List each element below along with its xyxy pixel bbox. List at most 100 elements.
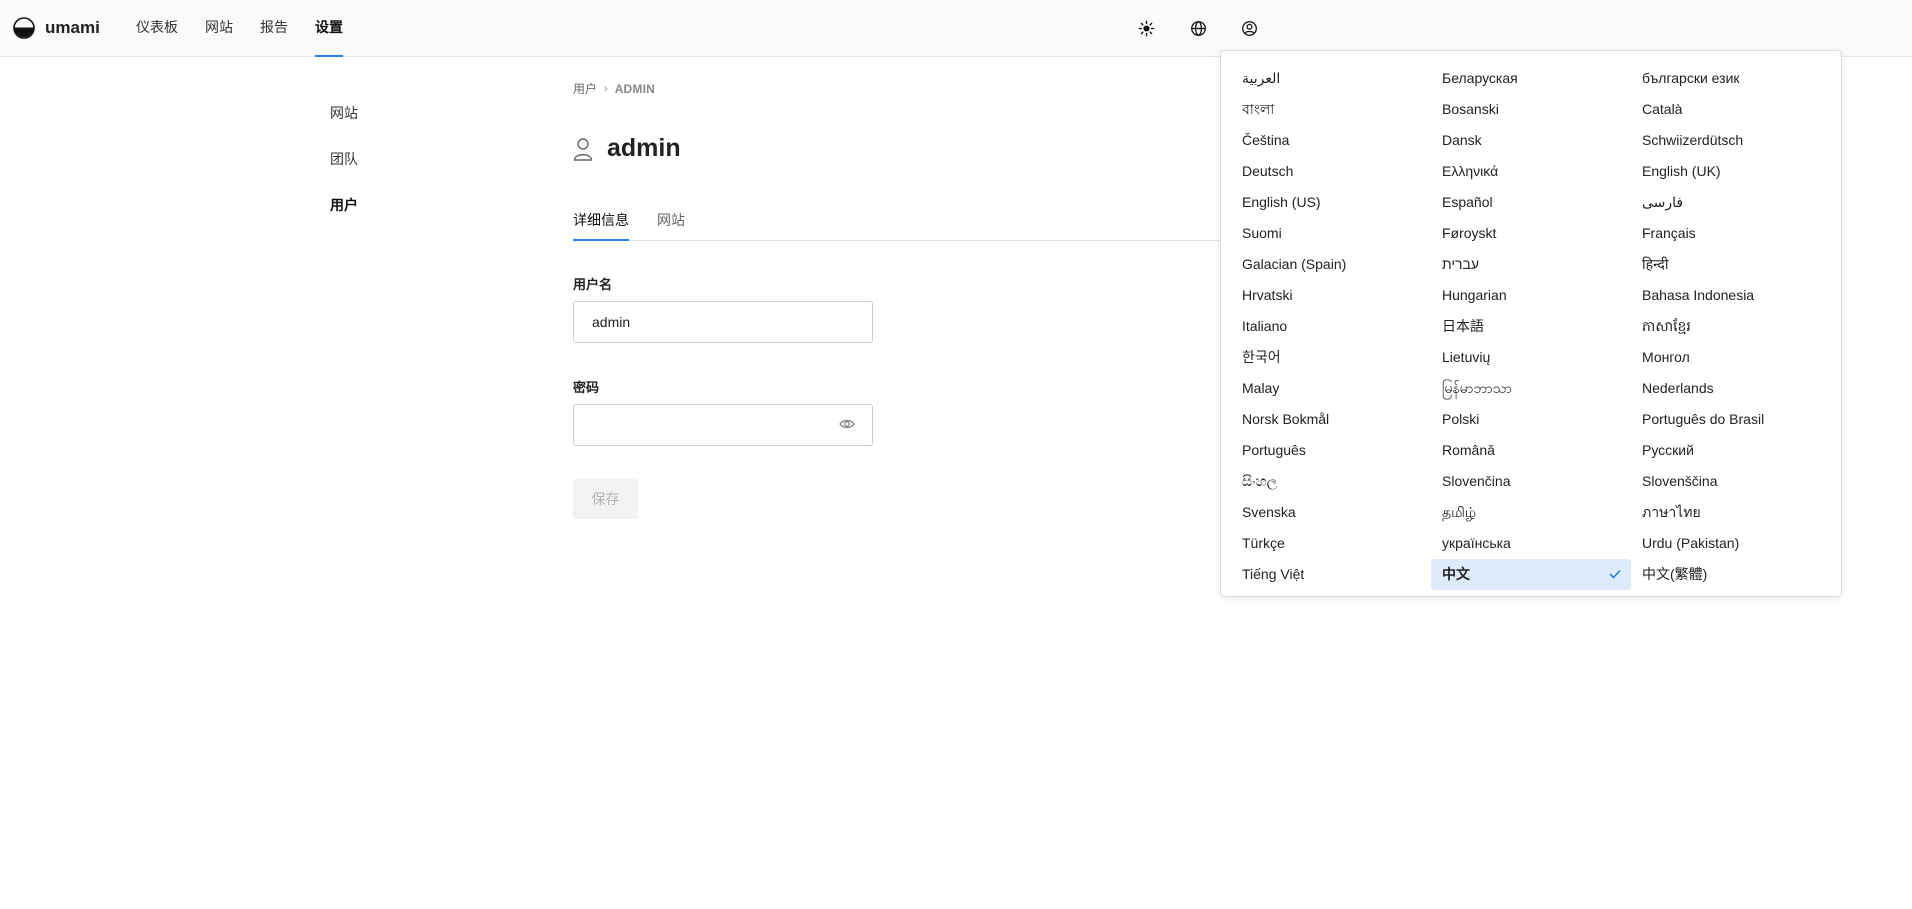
tab-details[interactable]: 详细信息 <box>573 206 629 241</box>
breadcrumb-users-link[interactable]: 用户 <box>573 80 597 97</box>
language-option-label: Deutsch <box>1242 163 1294 179</box>
language-option-label: Slovenčina <box>1442 473 1511 489</box>
language-option[interactable]: Беларуская <box>1431 63 1631 94</box>
language-option[interactable]: Монгол <box>1631 342 1831 373</box>
language-option-label: Malay <box>1242 380 1280 396</box>
language-option[interactable]: Slovenščina <box>1631 466 1831 497</box>
language-option[interactable]: Português do Brasil <box>1631 404 1831 435</box>
user-circle-icon <box>1241 20 1257 36</box>
language-option[interactable]: العربية <box>1231 63 1431 94</box>
language-button[interactable] <box>1187 17 1209 39</box>
language-option-label: Nederlands <box>1642 380 1714 396</box>
language-option-label: English (US) <box>1242 194 1321 210</box>
language-option[interactable]: Ελληνικά <box>1431 156 1631 187</box>
user-tabs: 详细信息 网站 <box>573 206 1223 241</box>
language-option[interactable]: বাংলা <box>1231 94 1431 125</box>
nav-item-settings[interactable]: 设置 <box>315 0 343 57</box>
language-option-label: Bahasa Indonesia <box>1642 287 1755 303</box>
language-option-label: Монгол <box>1642 349 1690 365</box>
language-option[interactable]: Čeština <box>1231 125 1431 156</box>
language-option[interactable]: ភាសាខ្មែរ <box>1631 311 1831 342</box>
language-option-label: Tiếng Việt <box>1242 566 1305 582</box>
language-option-label: Suomi <box>1242 225 1282 241</box>
language-option[interactable]: Føroyskt <box>1431 218 1631 249</box>
language-option-label: Italiano <box>1242 318 1288 334</box>
language-option[interactable]: Urdu (Pakistan) <box>1631 528 1831 559</box>
language-option[interactable]: हिन्दी <box>1631 249 1831 280</box>
language-option-label: Português do Brasil <box>1642 411 1765 427</box>
language-option[interactable]: Bahasa Indonesia <box>1631 280 1831 311</box>
language-option[interactable]: සිංහල <box>1231 466 1431 497</box>
language-option[interactable]: 日本語 <box>1431 311 1631 342</box>
language-option-label: ភាសាខ្មែរ <box>1642 318 1691 334</box>
language-option[interactable]: українська <box>1431 528 1631 559</box>
language-option-label: Русский <box>1642 442 1694 458</box>
language-option[interactable]: 中文 <box>1431 559 1631 590</box>
language-option-label: Polski <box>1442 411 1480 427</box>
language-option[interactable]: Русский <box>1631 435 1831 466</box>
language-option[interactable]: Français <box>1631 218 1831 249</box>
nav-item-websites[interactable]: 网站 <box>205 0 233 57</box>
language-option-label: български език <box>1642 70 1740 86</box>
language-option[interactable]: Slovenčina <box>1431 466 1631 497</box>
language-option[interactable]: Suomi <box>1231 218 1431 249</box>
breadcrumb-current: ADMIN <box>614 81 656 96</box>
language-option[interactable]: עברית <box>1431 249 1631 280</box>
language-option[interactable]: Türkçe <box>1231 528 1431 559</box>
language-option-label: українська <box>1442 535 1511 551</box>
language-option[interactable]: မြန်မာဘာသာ <box>1431 373 1631 404</box>
language-option[interactable]: தமிழ் <box>1431 497 1631 528</box>
language-option-label: 中文 <box>1442 566 1470 582</box>
language-option[interactable]: Dansk <box>1431 125 1631 156</box>
side-item-users[interactable]: 用户 <box>330 192 358 238</box>
app-logo[interactable]: umami <box>13 17 100 39</box>
language-option[interactable]: Nederlands <box>1631 373 1831 404</box>
language-option-label: ภาษาไทย <box>1642 504 1701 520</box>
language-option-label: Galacian (Spain) <box>1242 256 1347 272</box>
language-option[interactable]: Bosanski <box>1431 94 1631 125</box>
language-option[interactable]: فارسی <box>1631 187 1831 218</box>
language-option[interactable]: Deutsch <box>1231 156 1431 187</box>
language-option[interactable]: Italiano <box>1231 311 1431 342</box>
umami-logo-icon <box>13 17 35 39</box>
language-option[interactable]: български език <box>1631 63 1831 94</box>
language-option[interactable]: Svenska <box>1231 497 1431 528</box>
nav-item-dashboard[interactable]: 仪表板 <box>136 0 178 57</box>
language-option[interactable]: 한국어 <box>1231 342 1431 373</box>
language-option[interactable]: Malay <box>1231 373 1431 404</box>
language-option[interactable]: Schwiizerdütsch <box>1631 125 1831 156</box>
language-option-label: Norsk Bokmål <box>1242 411 1330 427</box>
profile-button[interactable] <box>1238 17 1260 39</box>
language-option[interactable]: Español <box>1431 187 1631 218</box>
language-option[interactable]: Català <box>1631 94 1831 125</box>
language-option[interactable]: Galacian (Spain) <box>1231 249 1431 280</box>
language-option[interactable]: Hrvatski <box>1231 280 1431 311</box>
side-item-teams[interactable]: 团队 <box>330 146 358 192</box>
language-option-label: Slovenščina <box>1642 473 1718 489</box>
language-option[interactable]: ภาษาไทย <box>1631 497 1831 528</box>
eye-icon[interactable] <box>839 418 855 430</box>
language-option[interactable]: Norsk Bokmål <box>1231 404 1431 435</box>
language-option-label: עברית <box>1442 256 1480 272</box>
password-input[interactable] <box>573 404 873 446</box>
language-option-label: தமிழ் <box>1442 504 1477 520</box>
save-button[interactable]: 保存 <box>573 479 638 519</box>
language-option-label: فارسی <box>1642 194 1684 210</box>
language-option-label: العربية <box>1242 70 1281 86</box>
nav-item-reports[interactable]: 报告 <box>260 0 288 57</box>
top-bar: umami 仪表板 网站 报告 设置 <box>0 0 1912 57</box>
language-option[interactable]: Lietuvių <box>1431 342 1631 373</box>
language-option[interactable]: English (UK) <box>1631 156 1831 187</box>
theme-toggle-button[interactable] <box>1135 17 1157 39</box>
language-option[interactable]: 中文(繁體) <box>1631 559 1831 590</box>
side-item-websites[interactable]: 网站 <box>330 100 358 146</box>
language-option[interactable]: Português <box>1231 435 1431 466</box>
language-option-label: မြန်မာဘာသာ <box>1442 380 1512 396</box>
language-option[interactable]: Polski <box>1431 404 1631 435</box>
tab-websites[interactable]: 网站 <box>657 206 685 240</box>
language-option[interactable]: Română <box>1431 435 1631 466</box>
username-input[interactable] <box>573 301 873 343</box>
language-option[interactable]: English (US) <box>1231 187 1431 218</box>
language-option[interactable]: Hungarian <box>1431 280 1631 311</box>
language-option[interactable]: Tiếng Việt <box>1231 559 1431 590</box>
